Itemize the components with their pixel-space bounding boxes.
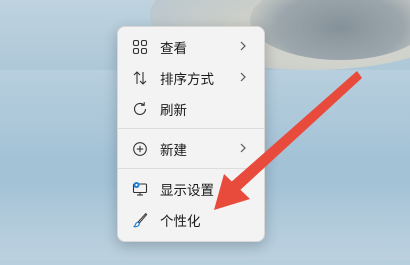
menu-item-label: 显示设置 bbox=[160, 182, 214, 199]
menu-item-display-settings[interactable]: 显示设置 bbox=[118, 173, 264, 204]
menu-item-label: 新建 bbox=[160, 142, 187, 159]
chevron-right-icon bbox=[240, 72, 246, 82]
menu-item-personalize[interactable]: 个性化 bbox=[118, 204, 264, 235]
menu-separator bbox=[118, 168, 264, 169]
menu-item-view[interactable]: 查看 bbox=[118, 31, 264, 62]
menu-item-sort-by[interactable]: 排序方式 bbox=[118, 62, 264, 93]
menu-item-new[interactable]: 新建 bbox=[118, 133, 264, 164]
menu-item-label: 刷新 bbox=[160, 102, 187, 119]
menu-item-label: 查看 bbox=[160, 40, 187, 57]
chevron-right-icon bbox=[240, 41, 246, 51]
grid-icon bbox=[132, 39, 148, 55]
refresh-icon bbox=[132, 101, 148, 117]
menu-item-label: 个性化 bbox=[160, 213, 201, 230]
new-icon bbox=[132, 141, 148, 157]
menu-item-label: 排序方式 bbox=[160, 71, 214, 88]
context-menu: 查看 排序方式 刷新 新建 显示设置 个性化 bbox=[117, 26, 265, 242]
brush-icon bbox=[132, 212, 148, 228]
menu-item-refresh[interactable]: 刷新 bbox=[118, 93, 264, 124]
chevron-right-icon bbox=[240, 143, 246, 153]
sort-icon bbox=[132, 70, 148, 86]
menu-separator bbox=[118, 128, 264, 129]
display-settings-icon bbox=[132, 181, 148, 197]
